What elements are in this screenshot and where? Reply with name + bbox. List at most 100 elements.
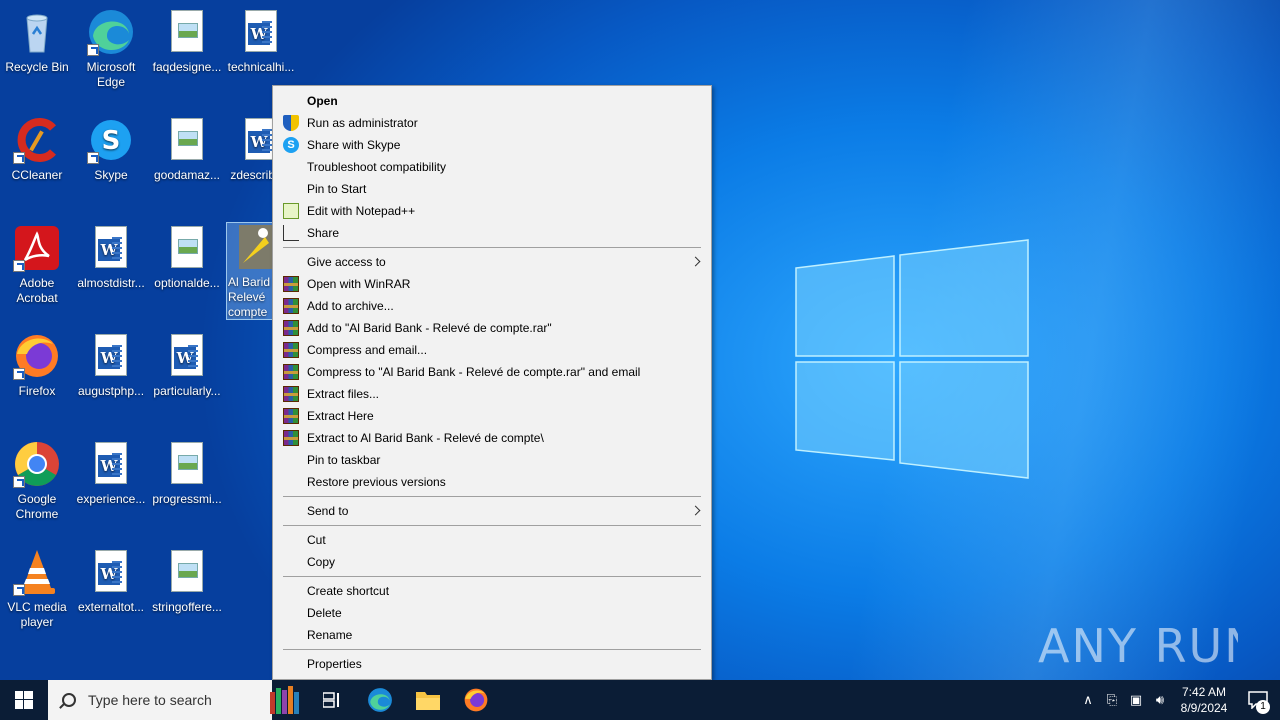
taskbar-firefox[interactable] — [452, 680, 500, 720]
desktop-icon-augustphp[interactable]: W augustphp... — [74, 332, 148, 399]
desktop-icon-al-barid-selected[interactable]: Al Barid - Relevé compte — [226, 222, 274, 320]
desktop-icon-technicalhi[interactable]: W technicalhi... — [224, 8, 298, 75]
menu-item-send-to[interactable]: Send to — [273, 500, 711, 522]
desktop-icon-adobe-acrobat[interactable]: Adobe Acrobat — [0, 224, 74, 306]
menu-item-label: Extract to Al Barid Bank - Relevé de com… — [307, 431, 544, 445]
menu-item-delete[interactable]: Delete — [273, 602, 711, 624]
menu-item-compress-to-rar-and-email[interactable]: Compress to "Al Barid Bank - Relevé de c… — [273, 361, 711, 383]
winrar-icon — [283, 276, 299, 292]
desktop-icon-faqdesigne[interactable]: faqdesigne... — [150, 8, 224, 75]
icon-label: Firefox — [18, 384, 56, 398]
shortcut-arrow-icon — [87, 44, 99, 56]
menu-item-label: Share with Skype — [307, 138, 401, 152]
desktop-icon-optionalde[interactable]: optionalde... — [150, 224, 224, 291]
icon-label: Al Barid - Relevé compte — [228, 275, 274, 319]
menu-item-restore-previous-versions[interactable]: Restore previous versions — [273, 471, 711, 493]
desktop-icon-skype[interactable]: S Skype — [74, 116, 148, 183]
image-file-icon — [163, 548, 211, 596]
desktop-icon-externaltot[interactable]: W externaltot... — [74, 548, 148, 615]
skype-icon: S — [283, 137, 299, 153]
menu-item-label: Add to archive... — [307, 299, 394, 313]
chevron-up-icon[interactable]: ∧ — [1076, 692, 1100, 708]
desktop-icon-progressmi[interactable]: progressmi... — [150, 440, 224, 507]
menu-item-label: Rename — [307, 628, 353, 642]
menu-item-label: Extract files... — [307, 387, 380, 401]
desktop-icon-google-chrome[interactable]: Google Chrome — [0, 440, 74, 522]
icon-label: almostdistr... — [77, 276, 145, 290]
network-icon[interactable]: ▣ — [1124, 692, 1148, 708]
menu-separator — [273, 493, 711, 500]
recycle-bin-icon — [13, 8, 61, 56]
menu-item-properties[interactable]: Properties — [273, 653, 711, 675]
clock-date: 8/9/2024 — [1180, 701, 1228, 715]
menu-item-share-with-skype[interactable]: S Share with Skype — [273, 134, 711, 156]
acrobat-icon — [13, 224, 61, 272]
menu-item-give-access-to[interactable]: Give access to — [273, 251, 711, 273]
menu-item-troubleshoot-compatibility[interactable]: Troubleshoot compatibility — [273, 156, 711, 178]
menu-item-pin-to-taskbar[interactable]: Pin to taskbar — [273, 449, 711, 471]
executable-file-icon — [235, 223, 273, 271]
volume-icon[interactable]: 🔊︎ — [1148, 692, 1172, 708]
desktop-icon-recycle-bin[interactable]: Recycle Bin — [0, 8, 74, 75]
taskbar-edge[interactable] — [356, 680, 404, 720]
menu-item-label: Properties — [307, 657, 362, 671]
skype-icon: S — [87, 116, 135, 164]
anyrun-logo: ANY RUN — [1038, 619, 1259, 673]
notification-center-button[interactable]: 1 — [1236, 680, 1280, 720]
menu-item-label: Open with WinRAR — [307, 277, 411, 291]
desktop-icon-experience[interactable]: W experience... — [74, 440, 148, 507]
winrar-icon — [283, 298, 299, 314]
device-icon[interactable]: ⎘ — [1100, 692, 1124, 708]
menu-item-cut[interactable]: Cut — [273, 529, 711, 551]
menu-item-open-with-winrar[interactable]: Open with WinRAR — [273, 273, 711, 295]
desktop-icon-goodamaz[interactable]: goodamaz... — [150, 116, 224, 183]
image-file-icon — [163, 440, 211, 488]
menu-item-extract-files[interactable]: Extract files... — [273, 383, 711, 405]
search-icon — [62, 693, 76, 707]
task-view-icon — [323, 692, 339, 708]
menu-item-rename[interactable]: Rename — [273, 624, 711, 646]
taskbar-search-box[interactable]: Type here to search — [48, 680, 272, 720]
menu-item-run-as-administrator[interactable]: Run as administrator — [273, 112, 711, 134]
taskbar-file-explorer[interactable] — [404, 680, 452, 720]
menu-item-extract-here[interactable]: Extract Here — [273, 405, 711, 427]
context-menu: Open Run as administrator S Share with Sk… — [272, 85, 712, 680]
task-view-button[interactable] — [308, 680, 356, 720]
menu-item-add-to-rar[interactable]: Add to "Al Barid Bank - Relevé de compte… — [273, 317, 711, 339]
menu-item-compress-and-email[interactable]: Compress and email... — [273, 339, 711, 361]
image-file-icon — [163, 8, 211, 56]
windows-logo-wallpaper — [795, 239, 1029, 479]
menu-item-add-to-archive[interactable]: Add to archive... — [273, 295, 711, 317]
menu-item-copy[interactable]: Copy — [273, 551, 711, 573]
menu-item-label: Open — [307, 94, 338, 108]
desktop-icon-ccleaner[interactable]: CCleaner — [0, 116, 74, 183]
start-button[interactable] — [0, 680, 48, 720]
icon-label: goodamaz... — [153, 168, 221, 182]
desktop-icon-almostdistr[interactable]: W almostdistr... — [74, 224, 148, 291]
menu-item-label: Pin to taskbar — [307, 453, 381, 467]
word-document-icon: W — [87, 224, 135, 272]
menu-item-label: Copy — [307, 555, 336, 569]
menu-item-edit-with-notepadpp[interactable]: Edit with Notepad++ — [273, 200, 711, 222]
menu-item-create-shortcut[interactable]: Create shortcut — [273, 580, 711, 602]
notepadpp-icon — [283, 203, 299, 219]
desktop-icon-firefox[interactable]: Firefox — [0, 332, 74, 399]
desktop-icon-edge[interactable]: Microsoft Edge — [74, 8, 148, 90]
menu-separator — [273, 573, 711, 580]
folder-icon — [416, 692, 440, 710]
menu-item-label: Run as administrator — [307, 116, 418, 130]
menu-item-share[interactable]: Share — [273, 222, 711, 244]
menu-item-pin-to-start[interactable]: Pin to Start — [273, 178, 711, 200]
shield-icon — [283, 115, 299, 131]
clock[interactable]: 7:42 AM 8/9/2024 — [1172, 684, 1236, 716]
desktop-icon-particularly[interactable]: W particularly... — [150, 332, 224, 399]
taskbar-books-app[interactable] — [260, 680, 308, 720]
desktop-icon-vlc[interactable]: VLC media player — [0, 548, 74, 630]
word-document-icon: W — [163, 332, 211, 380]
menu-separator — [273, 646, 711, 653]
icon-label: Microsoft Edge — [86, 60, 136, 89]
menu-item-open[interactable]: Open — [273, 90, 711, 112]
desktop-icon-stringoffere[interactable]: stringoffere... — [150, 548, 224, 615]
menu-item-extract-to-folder[interactable]: Extract to Al Barid Bank - Relevé de com… — [273, 427, 711, 449]
vlc-icon — [13, 548, 61, 596]
